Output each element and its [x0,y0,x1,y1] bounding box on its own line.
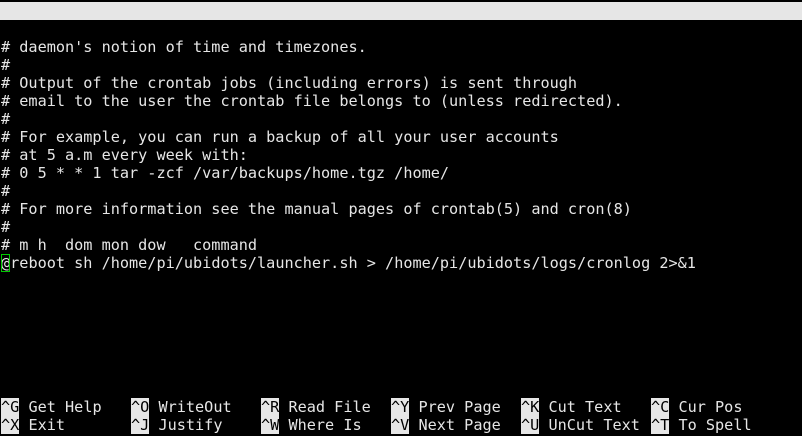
shortcut-key: ^K [521,398,540,416]
shortcut-label: Get Help [28,398,102,416]
shortcut-label: Where Is [288,416,362,434]
shortcut-label: Justify [158,416,223,434]
shortcut-label: Cut Text [548,398,622,416]
shortcut-label: UnCut Text [548,416,640,434]
text-cursor[interactable]: @ [1,254,11,272]
shortcut-cut-text[interactable]: ^K Cut Text [521,398,622,416]
shortcut-key: ^U [521,416,540,434]
editor-line[interactable]: # [1,218,10,236]
shortcut-label: Cur Pos [678,398,743,416]
shortcut-exit[interactable]: ^X Exit [1,416,65,434]
shortcut-to-spell[interactable]: ^T To Spell [651,416,752,434]
editor-line[interactable]: # [1,182,10,200]
shortcut-label: To Spell [678,416,752,434]
shortcut-key: ^R [261,398,280,416]
editor-line[interactable]: # email to the user the crontab file bel… [1,92,623,110]
shortcut-label: WriteOut [158,398,232,416]
shortcut-uncut-text[interactable]: ^U UnCut Text [521,416,640,434]
shortcut-cur-pos[interactable]: ^C Cur Pos [651,398,742,416]
shortcut-label: Next Page [418,416,501,434]
shortcut-label: Read File [288,398,371,416]
editor-line[interactable]: # 0 5 * * 1 tar -zcf /var/backups/home.t… [1,164,449,182]
editor-line[interactable]: # [1,56,10,74]
app-version: GNU nano 2.2.6 [21,20,150,38]
cursor-line-text[interactable]: reboot sh /home/pi/ubidots/launcher.sh >… [10,254,696,272]
shortcut-where-is[interactable]: ^W Where Is [261,416,362,434]
nano-title-bar: GNU nano 2.2.6 File: /tmp/crontab.m8nlgd… [0,2,802,56]
shortcut-label: Prev Page [418,398,501,416]
shortcut-key: ^C [651,398,670,416]
shortcut-label: Exit [28,416,66,434]
nano-terminal-window: GNU nano 2.2.6 File: /tmp/crontab.m8nlgd… [0,0,802,436]
editor-line[interactable]: # m h dom mon dow command [1,236,257,254]
shortcut-key: ^O [131,398,150,416]
shortcut-justify[interactable]: ^J Justify [131,416,222,434]
editor-line[interactable]: # at 5 a.m every week with: [1,146,248,164]
editor-line[interactable]: # daemon's notion of time and timezones. [1,38,367,56]
editor-line[interactable]: # For more information see the manual pa… [1,200,632,218]
shortcut-key: ^W [261,416,280,434]
shortcut-key: ^T [651,416,670,434]
shortcut-key: ^G [1,398,20,416]
shortcut-key: ^Y [391,398,410,416]
shortcut-read-file[interactable]: ^R Read File [261,398,371,416]
editor-line-cursor[interactable]: @reboot sh /home/pi/ubidots/launcher.sh … [1,254,696,272]
shortcut-next-page[interactable]: ^V Next Page [391,416,501,434]
shortcut-prev-page[interactable]: ^Y Prev Page [391,398,501,416]
shortcut-writeout[interactable]: ^O WriteOut [131,398,232,416]
shortcut-get-help[interactable]: ^G Get Help [1,398,102,416]
editor-line[interactable]: # [1,110,10,128]
shortcut-key: ^X [1,416,20,434]
editor-line[interactable]: # For example, you can run a backup of a… [1,128,559,146]
shortcut-key: ^J [131,416,150,434]
shortcut-key: ^V [391,416,410,434]
editor-line[interactable]: # Output of the crontab jobs (including … [1,74,577,92]
